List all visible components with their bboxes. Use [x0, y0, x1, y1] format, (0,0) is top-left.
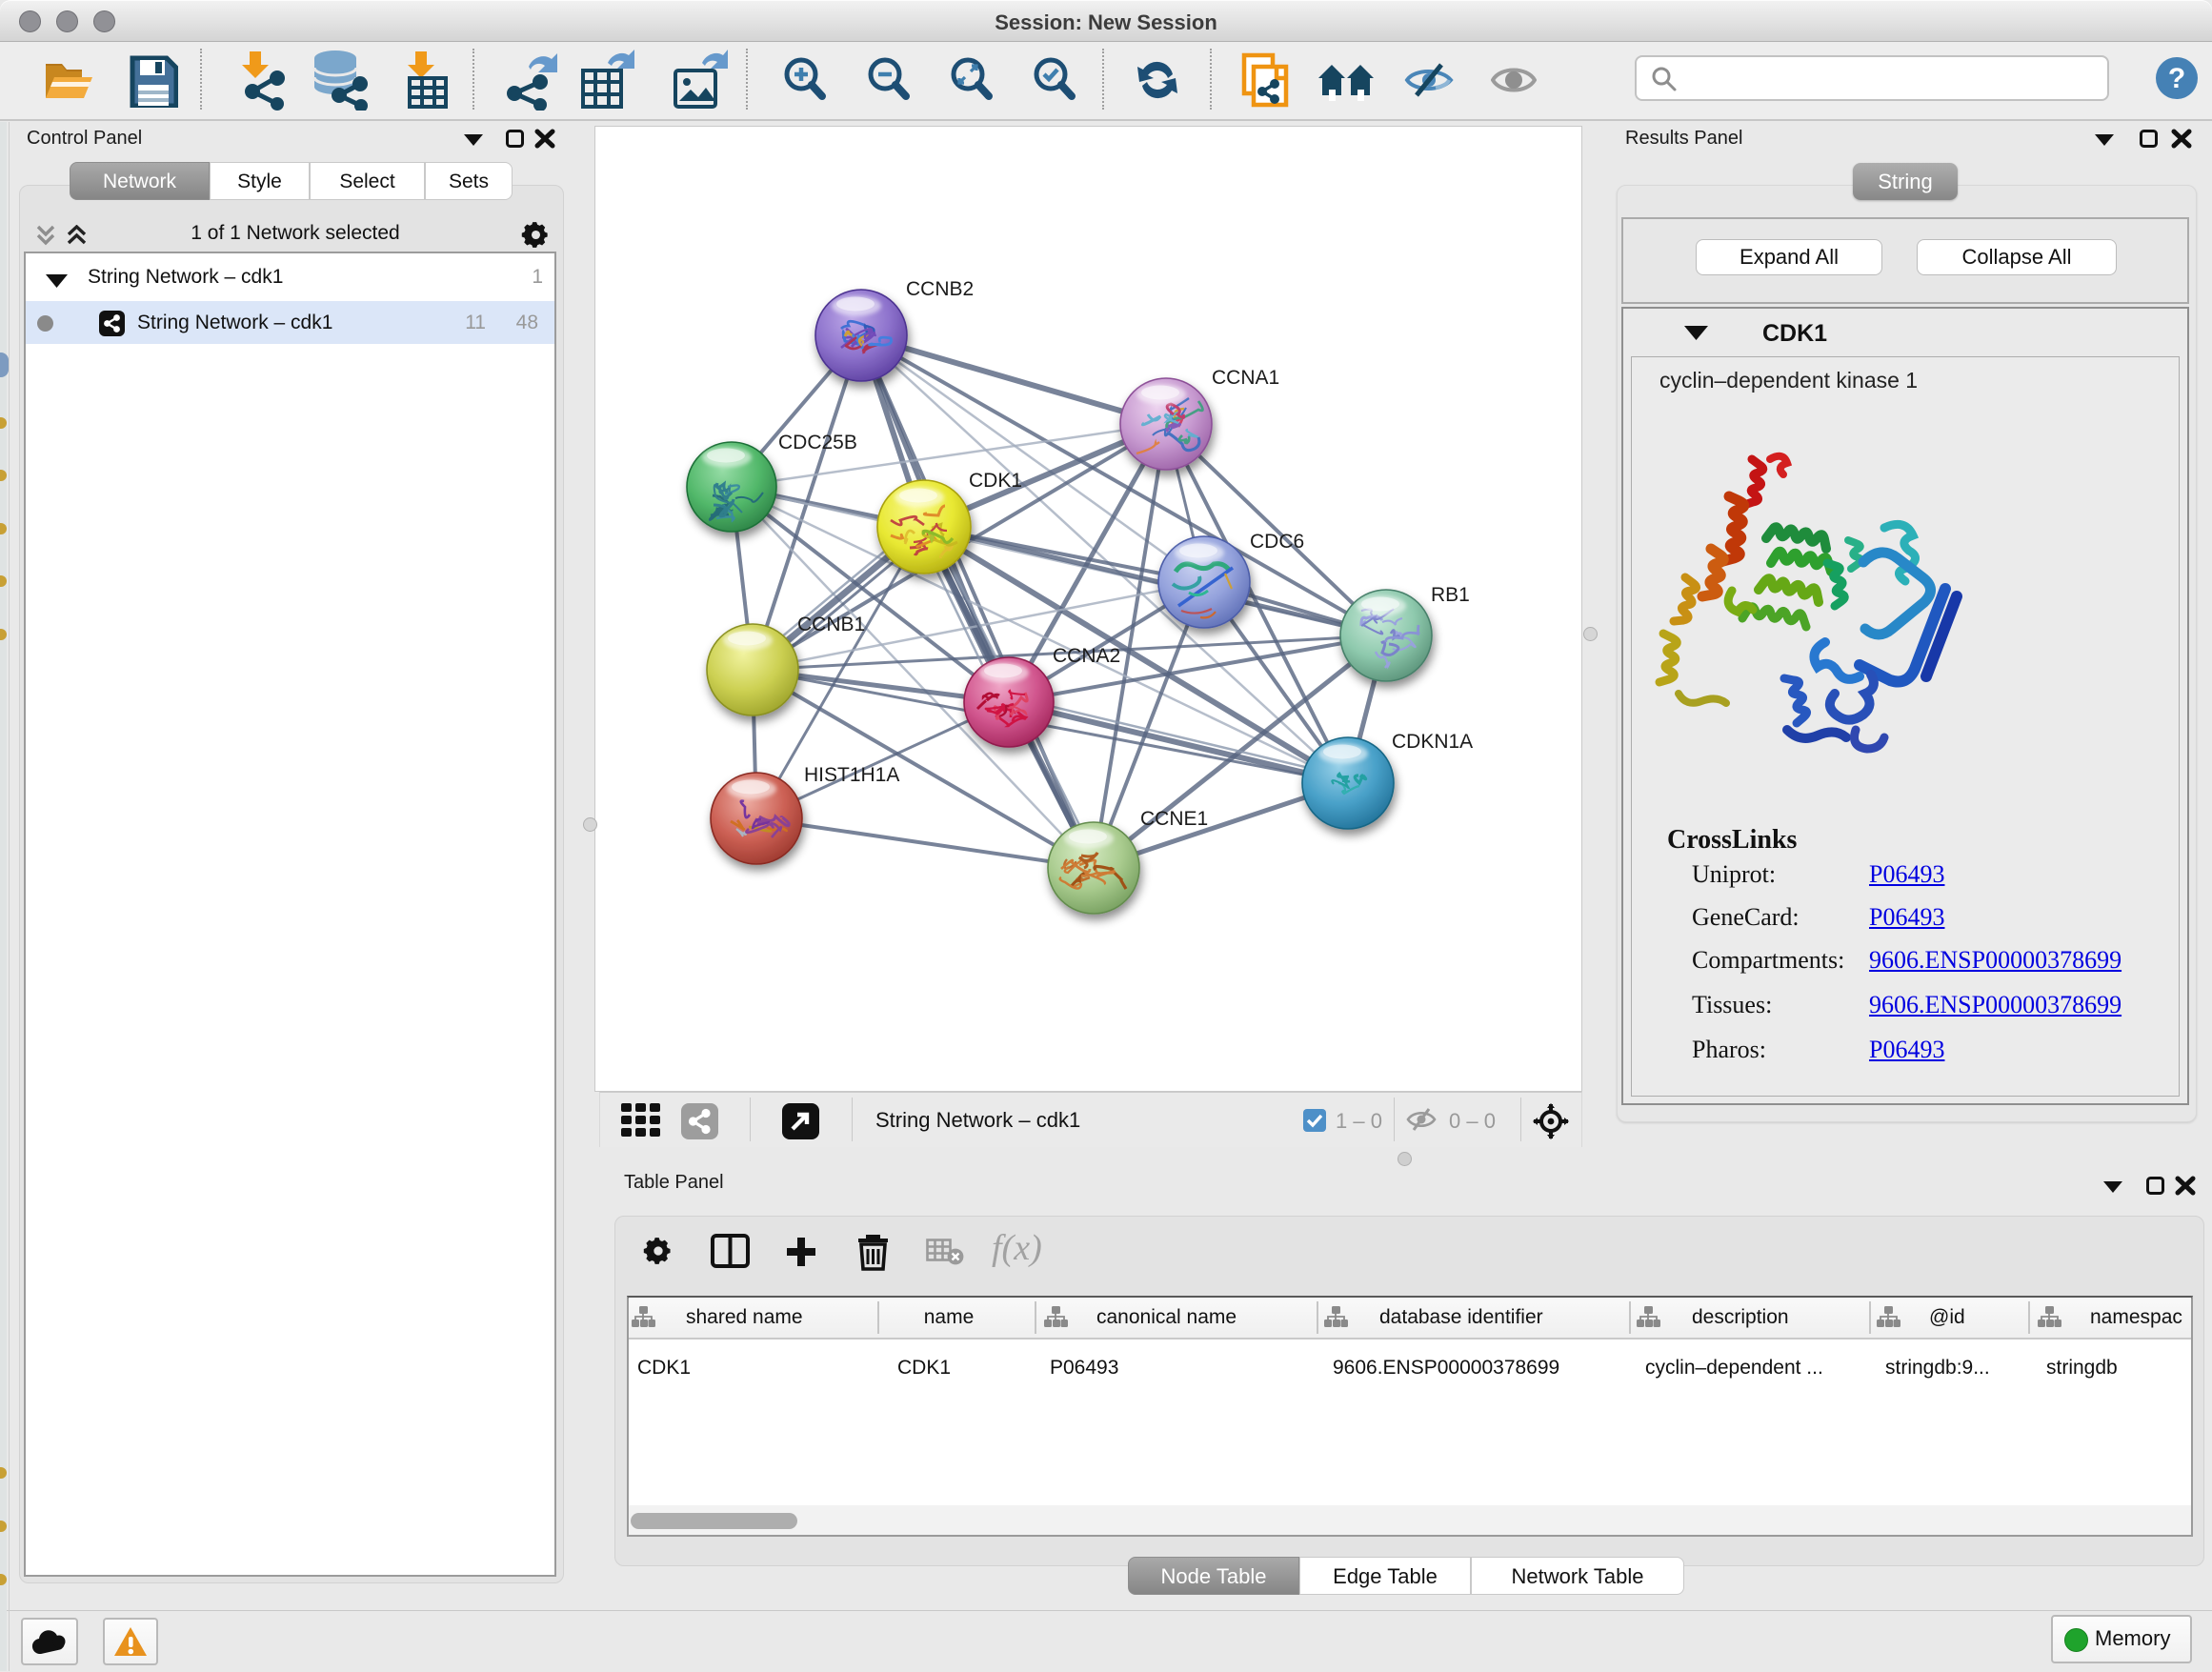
- svg-text:CCNB2: CCNB2: [906, 278, 974, 300]
- svg-text:CCNA1: CCNA1: [1212, 367, 1279, 389]
- svg-text:CCNE1: CCNE1: [1140, 808, 1208, 830]
- svg-text:HIST1H1A: HIST1H1A: [804, 764, 899, 786]
- svg-text:CDC6: CDC6: [1250, 531, 1304, 553]
- svg-text:CDK1: CDK1: [969, 470, 1022, 492]
- svg-text:RB1: RB1: [1431, 584, 1470, 606]
- svg-text:CCNB1: CCNB1: [797, 614, 865, 635]
- svg-text:CCNA2: CCNA2: [1053, 645, 1120, 667]
- svg-text:CDC25B: CDC25B: [778, 432, 857, 453]
- svg-text:CDKN1A: CDKN1A: [1392, 731, 1473, 753]
- svg-text:?: ?: [2168, 63, 2185, 94]
